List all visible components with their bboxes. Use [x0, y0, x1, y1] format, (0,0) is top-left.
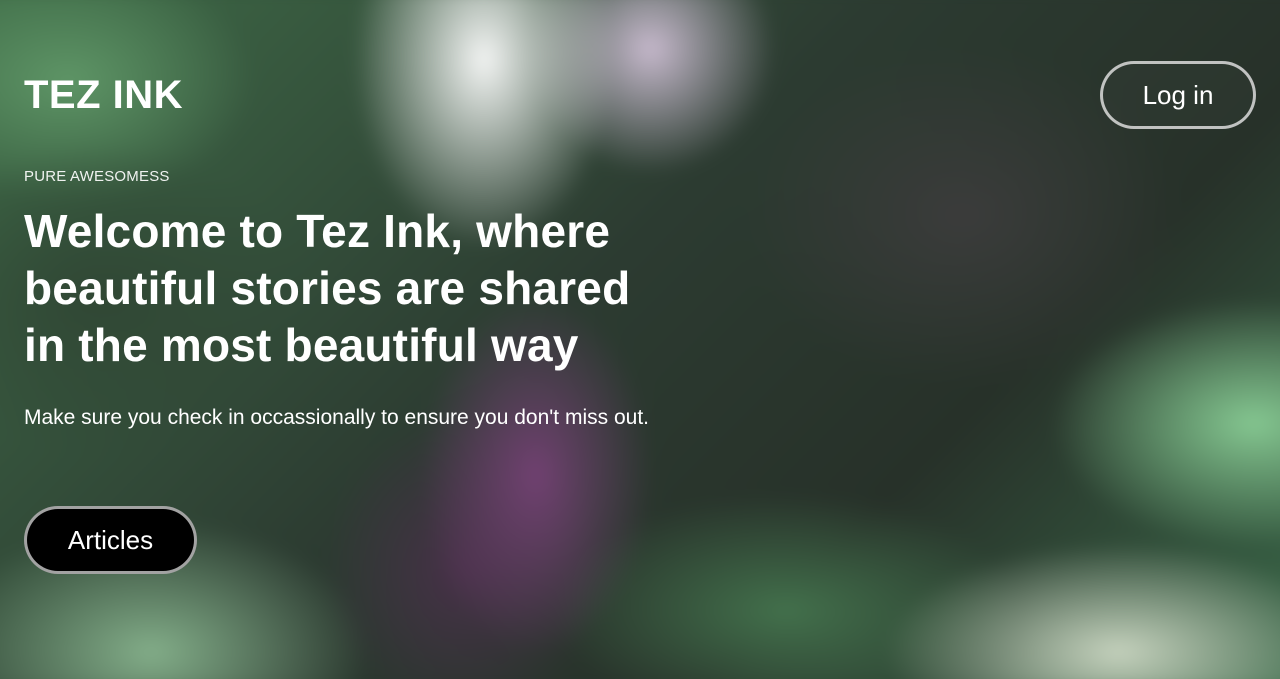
articles-button[interactable]: Articles	[24, 506, 197, 574]
brand-logo[interactable]: TEZ INK	[24, 72, 183, 118]
login-button[interactable]: Log in	[1100, 61, 1256, 129]
hero-section: TEZ INK Log in PURE AWESOMESS Welcome to…	[0, 0, 1280, 679]
hero-headline: Welcome to Tez Ink, where beautiful stor…	[24, 205, 631, 371]
hero-eyebrow: PURE AWESOMESS	[24, 168, 170, 185]
hero-subtext: Make sure you check in occassionally to …	[24, 406, 649, 429]
